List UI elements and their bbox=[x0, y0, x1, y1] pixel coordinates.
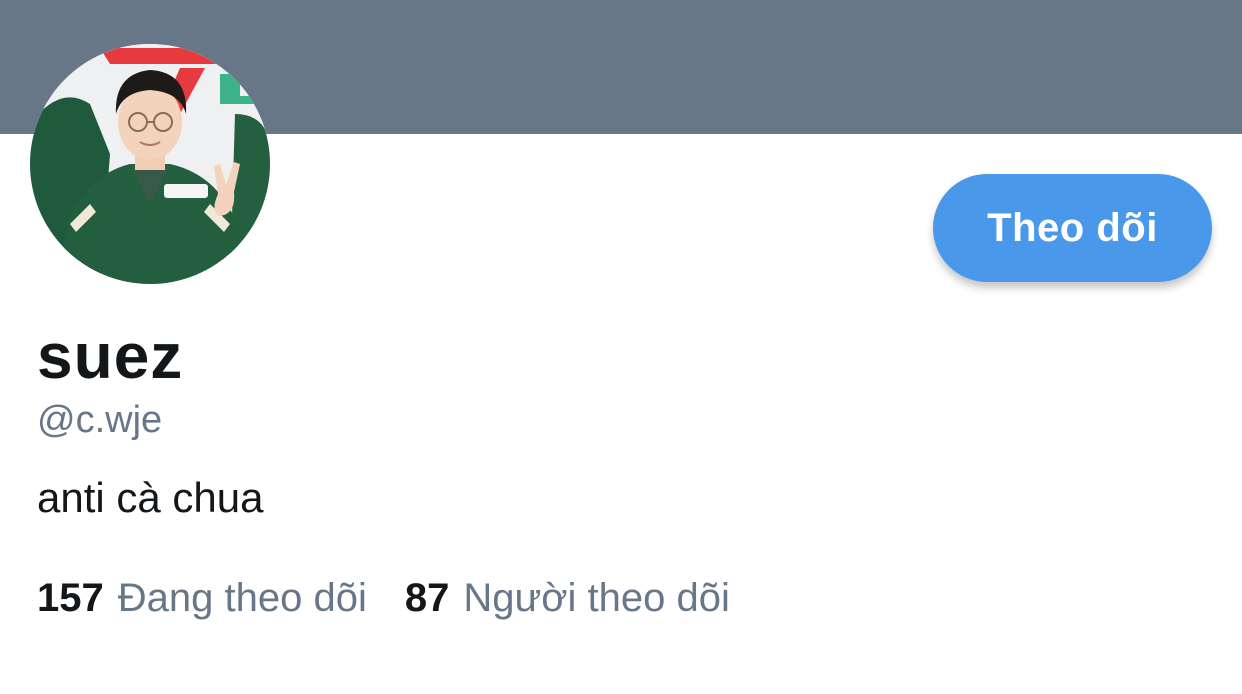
avatar-photo bbox=[30, 44, 270, 284]
profile-stats: 157 Đang theo dõi 87 Người theo dõi bbox=[37, 575, 730, 621]
following-count: 157 bbox=[37, 576, 104, 620]
following-label: Đang theo dõi bbox=[117, 576, 367, 620]
display-name: suez bbox=[37, 320, 184, 392]
followers-stat[interactable]: 87 Người theo dõi bbox=[405, 575, 730, 621]
profile-bio: anti cà chua bbox=[37, 474, 264, 521]
followers-label: Người theo dõi bbox=[463, 576, 730, 620]
avatar[interactable] bbox=[30, 44, 270, 284]
follow-button[interactable]: Theo dõi bbox=[933, 174, 1212, 282]
user-handle: @c.wje bbox=[37, 399, 163, 441]
following-stat[interactable]: 157 Đang theo dõi bbox=[37, 575, 367, 621]
followers-count: 87 bbox=[404, 576, 450, 620]
profile-page: Theo dõi suez @c.wje anti cà chua 157 Đa… bbox=[0, 0, 1242, 694]
